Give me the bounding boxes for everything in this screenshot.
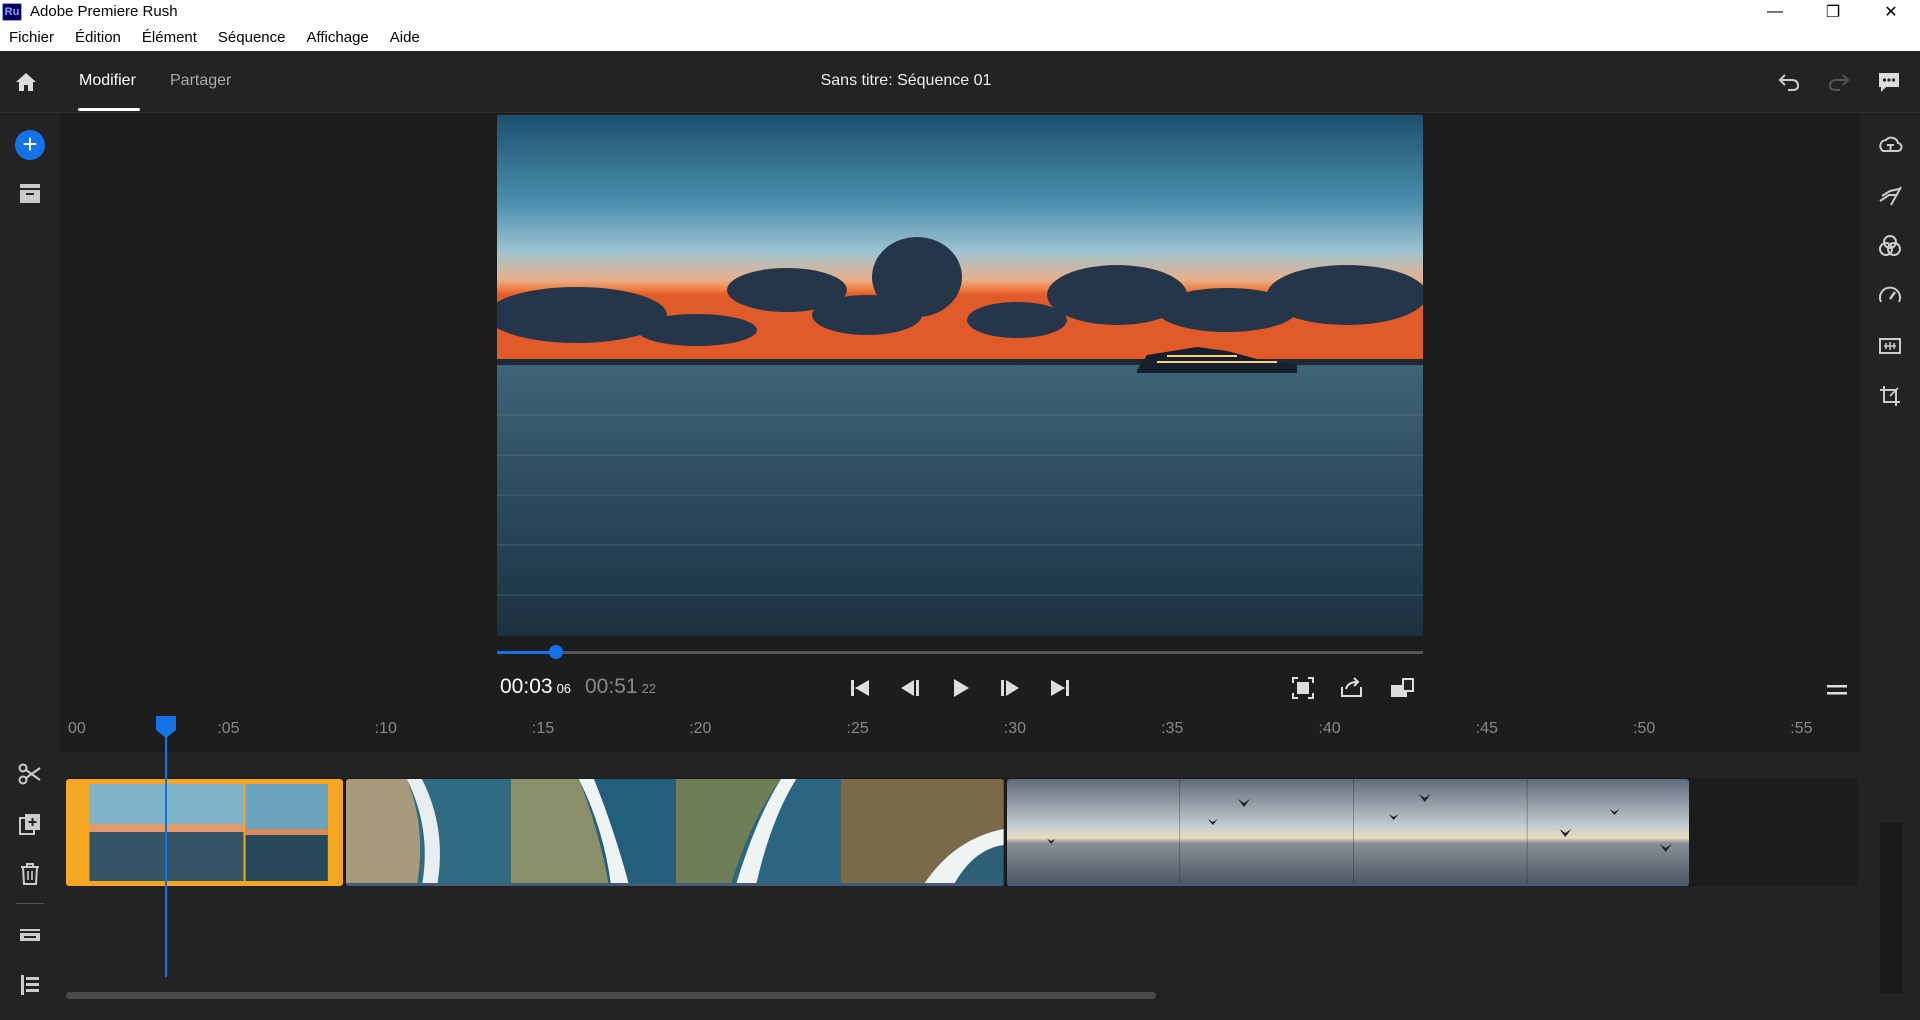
menu-element[interactable]: Élément [142, 29, 197, 46]
scrubber-progress [497, 651, 557, 654]
track-controls-icon[interactable] [16, 921, 44, 949]
app-title: Adobe Premiere Rush [30, 3, 178, 20]
tick-label: :05 [217, 720, 240, 737]
menu-sequence[interactable]: Séquence [218, 29, 286, 46]
clip-sunset-ship[interactable] [66, 779, 343, 886]
window-controls: — ❐ ✕ [1746, 0, 1920, 23]
menu-bar: Fichier Édition Élément Séquence Afficha… [0, 23, 1920, 51]
playback-scrubber[interactable] [497, 645, 1423, 659]
scissors-icon[interactable] [16, 760, 44, 788]
redo-icon[interactable] [1826, 69, 1852, 95]
toolbar-divider [16, 903, 44, 904]
audio-icon[interactable] [1877, 333, 1903, 359]
total-timecode: 00:51 22 [585, 675, 656, 699]
tick-label: :20 [689, 720, 712, 737]
transitions-icon[interactable] [1877, 183, 1903, 209]
playhead-line [165, 733, 168, 977]
tick-label: :25 [846, 720, 869, 737]
share-frame-icon[interactable] [1337, 673, 1367, 703]
current-timecode: 00:03 06 [500, 675, 571, 699]
top-bar: Modifier Partager Sans titre: Séquence 0… [0, 51, 1920, 113]
duplicate-icon[interactable] [16, 810, 44, 838]
timeline [60, 752, 1860, 1020]
tick-label: :15 [531, 720, 555, 737]
tick-label: :40 [1318, 720, 1341, 737]
tick-label: :55 [1790, 720, 1813, 737]
close-button[interactable]: ✕ [1862, 0, 1920, 23]
speed-icon[interactable] [1877, 283, 1903, 309]
crop-icon[interactable] [1877, 383, 1903, 409]
go-to-end-icon[interactable] [1045, 673, 1075, 703]
tick-label: :35 [1161, 720, 1184, 737]
clip-birds-sea[interactable] [1006, 779, 1690, 886]
tick-label: 00 [68, 720, 86, 737]
tick-label: :10 [374, 720, 397, 737]
add-media-button[interactable]: + [15, 130, 45, 160]
app-logo: Ru [2, 2, 22, 21]
fit-to-frame-icon[interactable] [1288, 673, 1318, 703]
current-time: 00:03 [500, 675, 553, 698]
title-bar: Ru Adobe Premiere Rush — ❐ ✕ [0, 0, 1920, 23]
play-icon[interactable] [945, 673, 975, 703]
audio-level-meter [1880, 823, 1902, 993]
tick-label: :30 [1003, 720, 1027, 737]
track-list-icon[interactable] [16, 971, 44, 999]
scrubber-handle[interactable] [549, 645, 564, 659]
comments-icon[interactable] [1876, 69, 1902, 95]
menu-affichage[interactable]: Affichage [306, 29, 368, 46]
clip-aerial-coast[interactable] [345, 779, 1004, 886]
minimize-button[interactable]: — [1746, 0, 1804, 23]
tick-label: :45 [1475, 720, 1498, 737]
total-frames: 22 [641, 681, 657, 696]
playhead-handle[interactable] [156, 716, 177, 738]
step-forward-icon[interactable] [995, 673, 1025, 703]
menu-aide[interactable]: Aide [390, 29, 420, 46]
menu-fichier[interactable]: Fichier [9, 29, 54, 46]
go-to-start-icon[interactable] [845, 673, 875, 703]
clip-thumbnails [1006, 779, 1690, 886]
trash-icon[interactable] [16, 860, 44, 888]
titles-icon[interactable] [1877, 133, 1903, 159]
right-toolbar [1860, 113, 1920, 1020]
undo-icon[interactable] [1776, 69, 1802, 95]
restore-button[interactable]: ❐ [1804, 0, 1862, 23]
time-ruler[interactable]: 00 :05 :10 :15 :20 :25 :30 :35 :40 :45 :50 :55 [60, 716, 1860, 752]
step-back-icon[interactable] [895, 673, 925, 703]
clip-thumbnails [345, 779, 1004, 886]
aspect-ratio-icon[interactable] [1387, 673, 1417, 703]
left-toolbar: + [0, 113, 60, 1020]
menu-edition[interactable]: Édition [75, 29, 121, 46]
total-time: 00:51 [585, 675, 638, 698]
tick-label: :50 [1633, 720, 1656, 737]
project-assets-icon[interactable] [16, 180, 44, 208]
menu-icon[interactable] [1824, 680, 1850, 700]
active-tab-indicator [78, 108, 140, 111]
video-preview [497, 115, 1423, 636]
timeline-scrollbar[interactable] [66, 992, 1156, 999]
clip-thumbnails [89, 784, 338, 881]
color-icon[interactable] [1877, 233, 1903, 259]
sequence-title: Sans titre: Séquence 01 [820, 72, 992, 89]
current-frames: 06 [556, 681, 572, 696]
